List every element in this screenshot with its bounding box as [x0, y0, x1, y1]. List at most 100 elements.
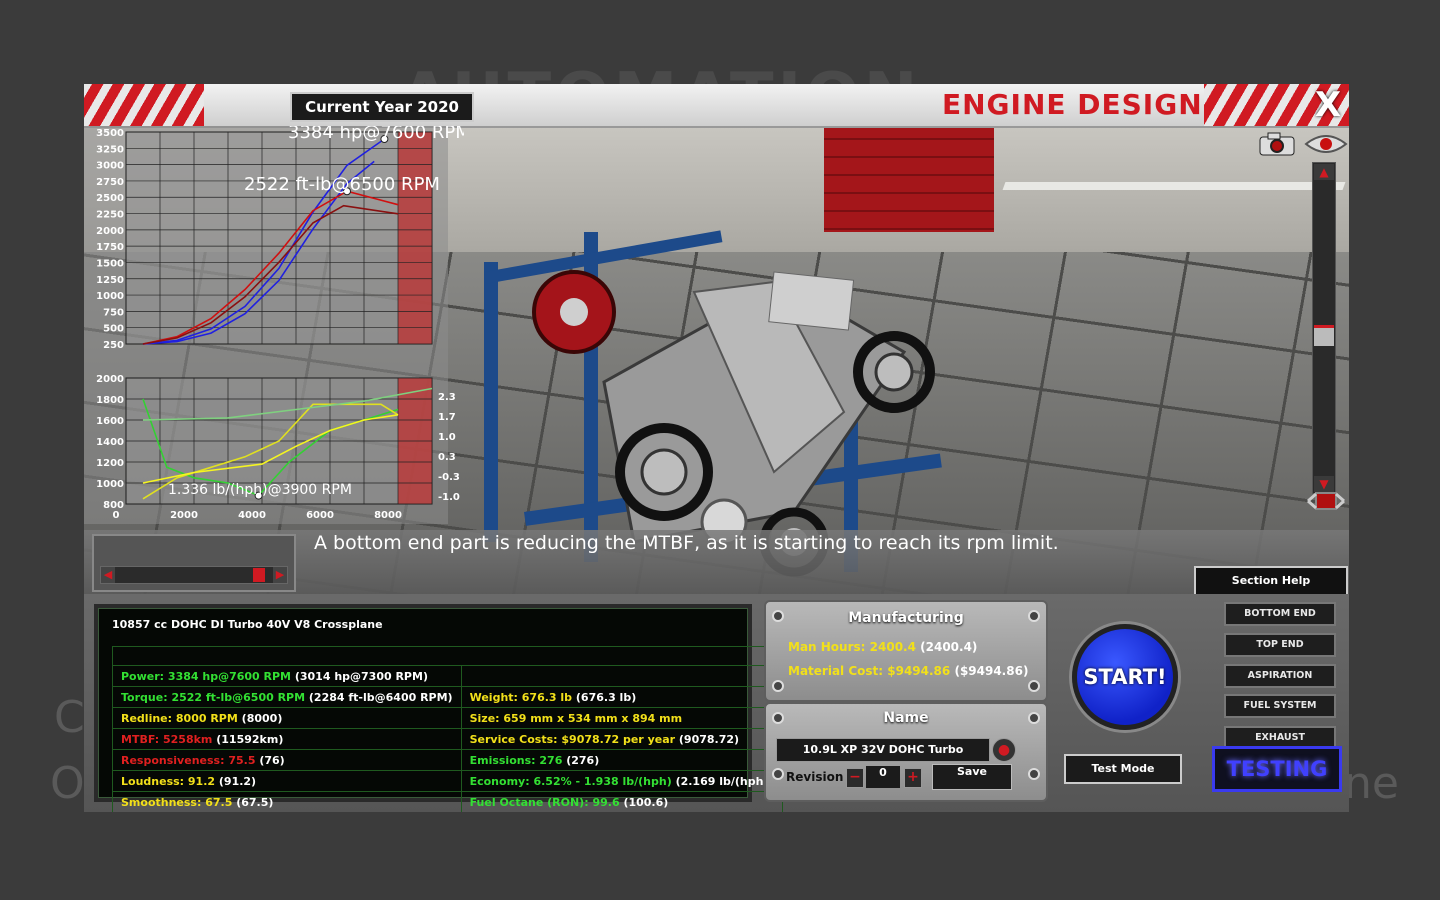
stats-header-cell: [112, 646, 783, 666]
engine-description: 10857 cc DOHC DI Turbo 40V V8 Crossplane: [112, 618, 383, 631]
y-tick-label: 3500: [96, 128, 124, 139]
nav-bottom-end[interactable]: BOTTOM END: [1224, 602, 1336, 626]
rpm-slider-thumb[interactable]: [253, 568, 265, 582]
eye-icon[interactable]: [1304, 132, 1348, 156]
bolt-icon: [1028, 768, 1040, 780]
stat-value: 676.3 lb: [521, 690, 573, 704]
rpm-scrollbar[interactable]: ◀ ▶: [100, 566, 288, 584]
stats-cell-left: Power: 3384 hp@7600 RPM (3014 hp@7300 RP…: [112, 665, 462, 687]
stat-label: Loudness:: [121, 774, 185, 788]
y-tick-label: 500: [103, 324, 124, 335]
y-tick-label: 1250: [96, 275, 124, 286]
section-navigation: BOTTOM END TOP END ASPIRATION FUEL SYSTE…: [1202, 596, 1344, 806]
close-button[interactable]: X: [1310, 84, 1346, 126]
y-tick-label: 1400: [96, 437, 124, 448]
stat-label: Torque:: [121, 690, 168, 704]
y-tick-label: 1800: [96, 395, 124, 406]
stats-row: Torque: 2522 ft-lb@6500 RPM (2284 ft-lb@…: [112, 686, 783, 708]
test-mode-button[interactable]: Test Mode: [1064, 754, 1182, 784]
stats-cell-left: Redline: 8000 RPM (8000): [112, 707, 462, 729]
reset-view-icon[interactable]: [1306, 486, 1346, 516]
scroll-up-icon[interactable]: ▲: [1314, 164, 1334, 180]
stat-value: 75.5: [228, 753, 256, 767]
stat-label: Size:: [469, 711, 500, 725]
stat-value: 99.6: [592, 795, 620, 809]
stat-label: Fuel Octane (RON):: [469, 795, 589, 809]
x-tick-label: 6000: [306, 510, 334, 521]
material-cost: Material Cost: $9494.86 ($9494.86): [788, 664, 1028, 678]
stats-row: Redline: 8000 RPM (8000) Size: 659 mm x 5…: [112, 707, 783, 729]
section-help-button[interactable]: Section Help: [1194, 566, 1348, 596]
randomize-name-icon[interactable]: ●: [992, 738, 1016, 762]
revision-decrement-button[interactable]: −: [846, 768, 864, 788]
current-year: Current Year 2020: [290, 92, 474, 122]
stats-cell-right: Size: 659 mm x 534 mm x 894 mm: [460, 707, 783, 729]
stats-cell-left: Responsiveness: 75.5 (76): [112, 749, 462, 771]
y2-tick-label: 1.7: [438, 412, 456, 423]
y-tick-label: 1000: [96, 479, 124, 490]
zoom-slider-thumb[interactable]: [1314, 325, 1334, 346]
background-left-text-2: O: [50, 758, 85, 809]
start-button[interactable]: START!: [1072, 624, 1178, 730]
zoom-scrollbar[interactable]: ▲ ▼: [1312, 162, 1336, 494]
redline-zone: [398, 132, 432, 344]
bolt-icon: [772, 768, 784, 780]
manufacturing-title: Manufacturing: [848, 610, 964, 626]
stat-reference: (2.169 lb/(hph)): [675, 774, 774, 788]
material-cost-label: Material Cost:: [788, 664, 884, 678]
revision-increment-button[interactable]: +: [904, 768, 922, 788]
y-tick-label: 3250: [96, 144, 124, 155]
name-title: Name: [883, 710, 929, 726]
background-left-text: C: [54, 692, 85, 743]
stats-cell-left: Torque: 2522 ft-lb@6500 RPM (2284 ft-lb@…: [112, 686, 462, 708]
y-tick-label: 2750: [96, 177, 124, 188]
stat-reference: (8000): [241, 711, 283, 725]
man-hours-label: Man Hours:: [788, 640, 866, 654]
nav-top-end[interactable]: TOP END: [1224, 633, 1336, 657]
y-tick-label: 2000: [96, 226, 124, 237]
stat-label: Redline:: [121, 711, 173, 725]
nav-fuel-system[interactable]: FUEL SYSTEM: [1224, 694, 1336, 718]
y2-tick-label: -0.3: [438, 472, 460, 483]
page-title: ENGINE DESIGN: [942, 88, 1203, 121]
stats-cell-right: Weight: 676.3 lb (676.3 lb): [460, 686, 783, 708]
economy-annotation: 1.336 lb/(hph)@3900 RPM: [168, 482, 352, 498]
engine-stats-box: Power: 3384 hp@7600 RPM (3014 hp@7300 RP…: [94, 604, 783, 812]
stats-row: Responsiveness: 75.5 (76) Emissions: 276 …: [112, 749, 783, 771]
power-annotation: 3384 hp@7600 RPM: [288, 126, 464, 143]
camera-icon[interactable]: [1258, 132, 1298, 156]
stats-row: MTBF: 5258km (11592km) Service Costs: $90…: [112, 728, 783, 750]
bolt-icon: [1028, 680, 1040, 692]
scroll-left-icon[interactable]: ◀: [101, 567, 115, 583]
chart-plot-area: [125, 131, 433, 345]
stats-row: Smoothness: 67.5 (67.5) Fuel Octane (RON)…: [112, 791, 783, 812]
stat-reference: (3014 hp@7300 RPM): [294, 669, 428, 683]
y-tick-label: 750: [103, 307, 124, 318]
y2-tick-label: 2.3: [438, 392, 456, 403]
stat-reference: (91.2): [218, 774, 257, 788]
scroll-right-icon[interactable]: ▶: [273, 567, 287, 583]
y-tick-label: 2250: [96, 210, 124, 221]
stat-reference: (11592km): [216, 732, 284, 746]
nav-testing[interactable]: TESTING: [1212, 746, 1342, 792]
stats-cell-right: Economy: 6.52% - 1.938 lb/(hph) (2.169 l…: [460, 770, 783, 792]
save-button[interactable]: Save: [932, 764, 1012, 790]
man-hours-extra: (2400.4): [920, 640, 978, 654]
y-tick-label: 2500: [96, 193, 124, 204]
y-tick-label: 2000: [96, 374, 124, 385]
background-right-text: ne: [1344, 758, 1399, 809]
revision-label: Revision: [786, 770, 844, 784]
stat-reference: (276): [566, 753, 600, 767]
engine-name-field[interactable]: 10.9L XP 32V DOHC Turbo: [776, 738, 990, 762]
stats-row: Power: 3384 hp@7600 RPM (3014 hp@7300 RP…: [112, 665, 783, 687]
stat-reference: (100.6): [623, 795, 669, 809]
x-tick-label: 4000: [238, 510, 266, 521]
stat-value: 8000 RPM: [175, 711, 238, 725]
x-tick-label: 8000: [374, 510, 402, 521]
bolt-icon: [772, 680, 784, 692]
y-tick-label: 1600: [96, 416, 124, 427]
nav-aspiration[interactable]: ASPIRATION: [1224, 664, 1336, 688]
stats-cell-right: Fuel Octane (RON): 99.6 (100.6): [460, 791, 783, 812]
y2-tick-label: 0.3: [438, 452, 456, 463]
y-tick-label: 1200: [96, 458, 124, 469]
